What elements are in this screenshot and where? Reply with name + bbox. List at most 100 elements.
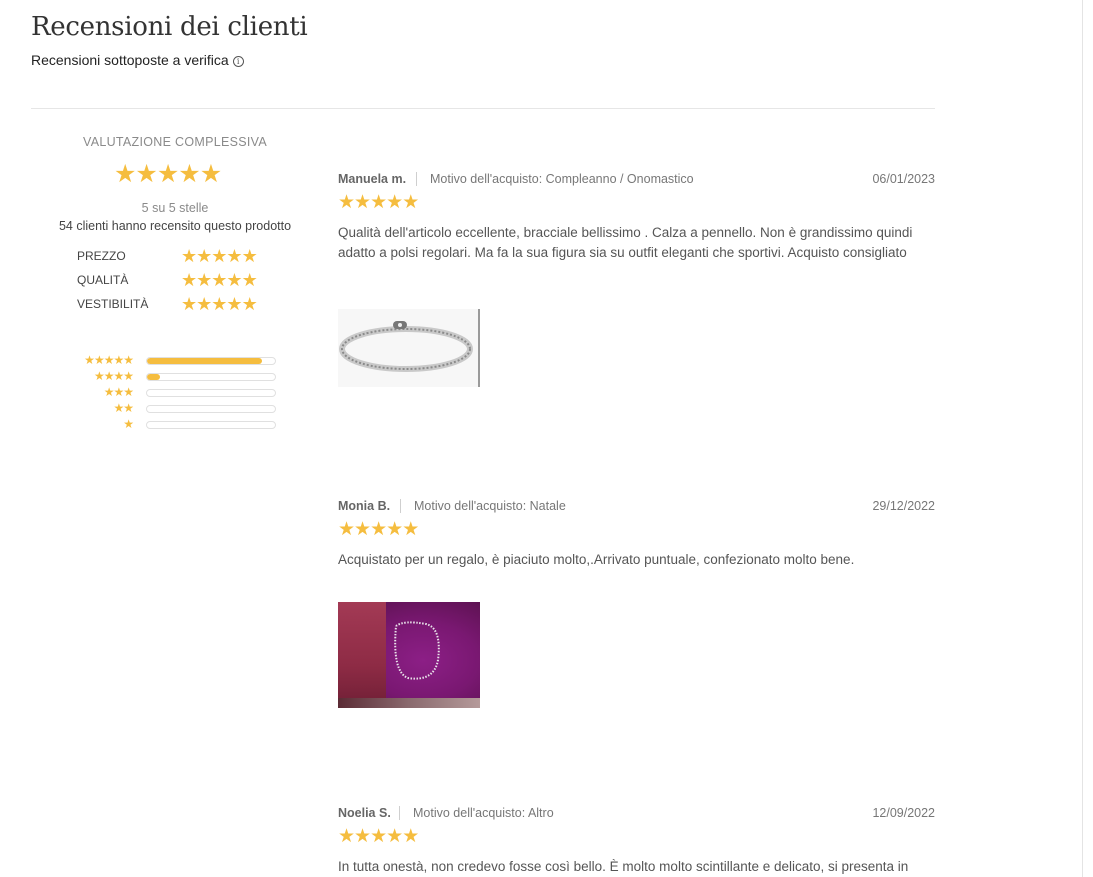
distribution-row-3[interactable]: ★ ★ ★	[70, 385, 280, 399]
star-icon: ★	[402, 192, 420, 213]
attribute-row-prezzo: PREZZO ★ ★ ★ ★ ★	[77, 247, 277, 265]
star-icon: ★	[226, 270, 243, 290]
review-author: Monia B.	[338, 499, 391, 513]
review-header: Monia B. Motivo dell'acquisto: Natale 29…	[338, 499, 935, 515]
star-icon: ★	[181, 246, 198, 266]
star-icon: ★	[123, 417, 134, 431]
distribution-stars: ★ ★ ★ ★ ★	[84, 353, 134, 367]
distribution-stars: ★ ★	[113, 401, 134, 415]
star-icon: ★	[370, 519, 388, 540]
review-header-separator	[416, 172, 417, 186]
star-icon: ★	[402, 826, 420, 847]
verified-reviews-note: Recensioni sottoposte a verifica i	[31, 52, 244, 68]
review-count-text: 54 clienti hanno recensito questo prodot…	[58, 219, 292, 233]
review-text: Acquistato per un regalo, è piaciuto mol…	[338, 552, 855, 567]
review-header-separator	[399, 806, 400, 820]
star-icon: ★	[338, 826, 356, 847]
star-icon: ★	[211, 270, 228, 290]
review-author: Manuela m.	[338, 172, 407, 186]
review-item: Monia B. Motivo dell'acquisto: Natale 29…	[338, 499, 935, 719]
distribution-bar	[146, 357, 276, 365]
star-icon: ★	[181, 270, 198, 290]
attribute-label: VESTIBILITÀ	[77, 297, 149, 311]
review-header: Noelia S. Motivo dell'acquisto: Altro 12…	[338, 806, 935, 822]
bracelet-image	[339, 321, 473, 372]
overall-rating-stars: ★ ★ ★ ★ ★	[114, 160, 223, 188]
score-text: 5 su 5 stelle	[141, 201, 209, 215]
review-text: In tutta onestà, non credevo fosse così …	[338, 859, 909, 874]
star-icon: ★	[123, 401, 134, 415]
review-photo-bracelet[interactable]	[338, 309, 480, 387]
star-icon: ★	[211, 294, 228, 314]
star-icon: ★	[123, 369, 134, 383]
star-icon: ★	[241, 270, 258, 290]
star-icon: ★	[370, 192, 388, 213]
distribution-row-5[interactable]: ★ ★ ★ ★ ★	[70, 353, 280, 367]
review-purchase-reason: Motivo dell'acquisto: Natale	[414, 499, 566, 513]
star-icon: ★	[226, 246, 243, 266]
star-icon: ★	[156, 160, 180, 188]
star-icon: ★	[338, 192, 356, 213]
review-item: Noelia S. Motivo dell'acquisto: Altro 12…	[338, 806, 935, 877]
distribution-row-4[interactable]: ★ ★ ★ ★	[70, 369, 280, 383]
review-purchase-reason: Motivo dell'acquisto: Altro	[413, 806, 554, 820]
attribute-label: PREZZO	[77, 249, 126, 263]
star-icon: ★	[181, 294, 198, 314]
star-icon: ★	[196, 246, 213, 266]
distribution-bar	[146, 389, 276, 397]
summary-heading: VALUTAZIONE COMPLESSIVA	[82, 135, 268, 149]
review-purchase-reason: Motivo dell'acquisto: Compleanno / Onoma…	[430, 172, 694, 186]
page-title: Recensioni dei clienti	[31, 12, 308, 42]
distribution-stars: ★ ★ ★ ★	[94, 369, 134, 383]
star-icon: ★	[135, 160, 158, 188]
review-photo-gift-box[interactable]	[338, 602, 480, 708]
attribute-label: QUALITÀ	[77, 273, 129, 287]
review-header: Manuela m. Motivo dell'acquisto: Complea…	[338, 172, 935, 188]
star-icon: ★	[123, 385, 134, 399]
distribution-bar	[146, 421, 276, 429]
distribution-stars: ★	[123, 417, 134, 431]
header-divider	[31, 108, 935, 109]
distribution-fill	[147, 358, 263, 364]
distribution-bar	[146, 405, 276, 413]
star-icon: ★	[354, 192, 372, 213]
review-date: 12/09/2022	[872, 806, 935, 820]
review-stars: ★ ★ ★ ★ ★	[338, 192, 420, 213]
page-right-border	[1082, 0, 1083, 877]
review-author: Noelia S.	[338, 806, 391, 820]
attribute-row-qualita: QUALITÀ ★ ★ ★ ★ ★	[77, 271, 277, 289]
star-icon: ★	[354, 826, 372, 847]
distribution-row-1[interactable]: ★	[70, 417, 280, 431]
star-icon: ★	[199, 160, 223, 188]
star-icon: ★	[386, 192, 404, 213]
star-icon: ★	[354, 519, 372, 540]
distribution-row-2[interactable]: ★ ★	[70, 401, 280, 415]
star-icon: ★	[338, 519, 356, 540]
review-stars: ★ ★ ★ ★ ★	[338, 519, 420, 540]
star-icon: ★	[211, 246, 228, 266]
star-icon: ★	[402, 519, 420, 540]
star-icon: ★	[114, 160, 137, 188]
star-icon: ★	[241, 294, 258, 314]
attribute-stars: ★ ★ ★ ★ ★	[181, 246, 258, 266]
verified-reviews-label: Recensioni sottoposte a verifica	[31, 52, 229, 68]
review-stars: ★ ★ ★ ★ ★	[338, 826, 420, 847]
review-text: Qualità dell'articolo eccellente, bracci…	[338, 225, 913, 260]
distribution-fill	[147, 374, 160, 380]
star-icon: ★	[241, 246, 258, 266]
star-icon: ★	[196, 270, 213, 290]
star-icon: ★	[370, 826, 388, 847]
gift-box-bottom	[338, 698, 480, 708]
bracelet-in-box-image	[394, 621, 440, 680]
info-icon[interactable]: i	[232, 55, 244, 67]
star-icon: ★	[123, 353, 134, 367]
star-icon: ★	[386, 826, 404, 847]
review-item: Manuela m. Motivo dell'acquisto: Complea…	[338, 172, 935, 392]
rating-summary: VALUTAZIONE COMPLESSIVA ★ ★ ★ ★ ★ 5 su 5 ste…	[50, 135, 300, 430]
star-icon: ★	[178, 160, 201, 188]
review-header-separator	[400, 499, 401, 513]
distribution-bar	[146, 373, 276, 381]
star-icon: ★	[196, 294, 213, 314]
attribute-row-vestibilita: VESTIBILITÀ ★ ★ ★ ★ ★	[77, 295, 277, 313]
review-date: 29/12/2022	[872, 499, 935, 513]
